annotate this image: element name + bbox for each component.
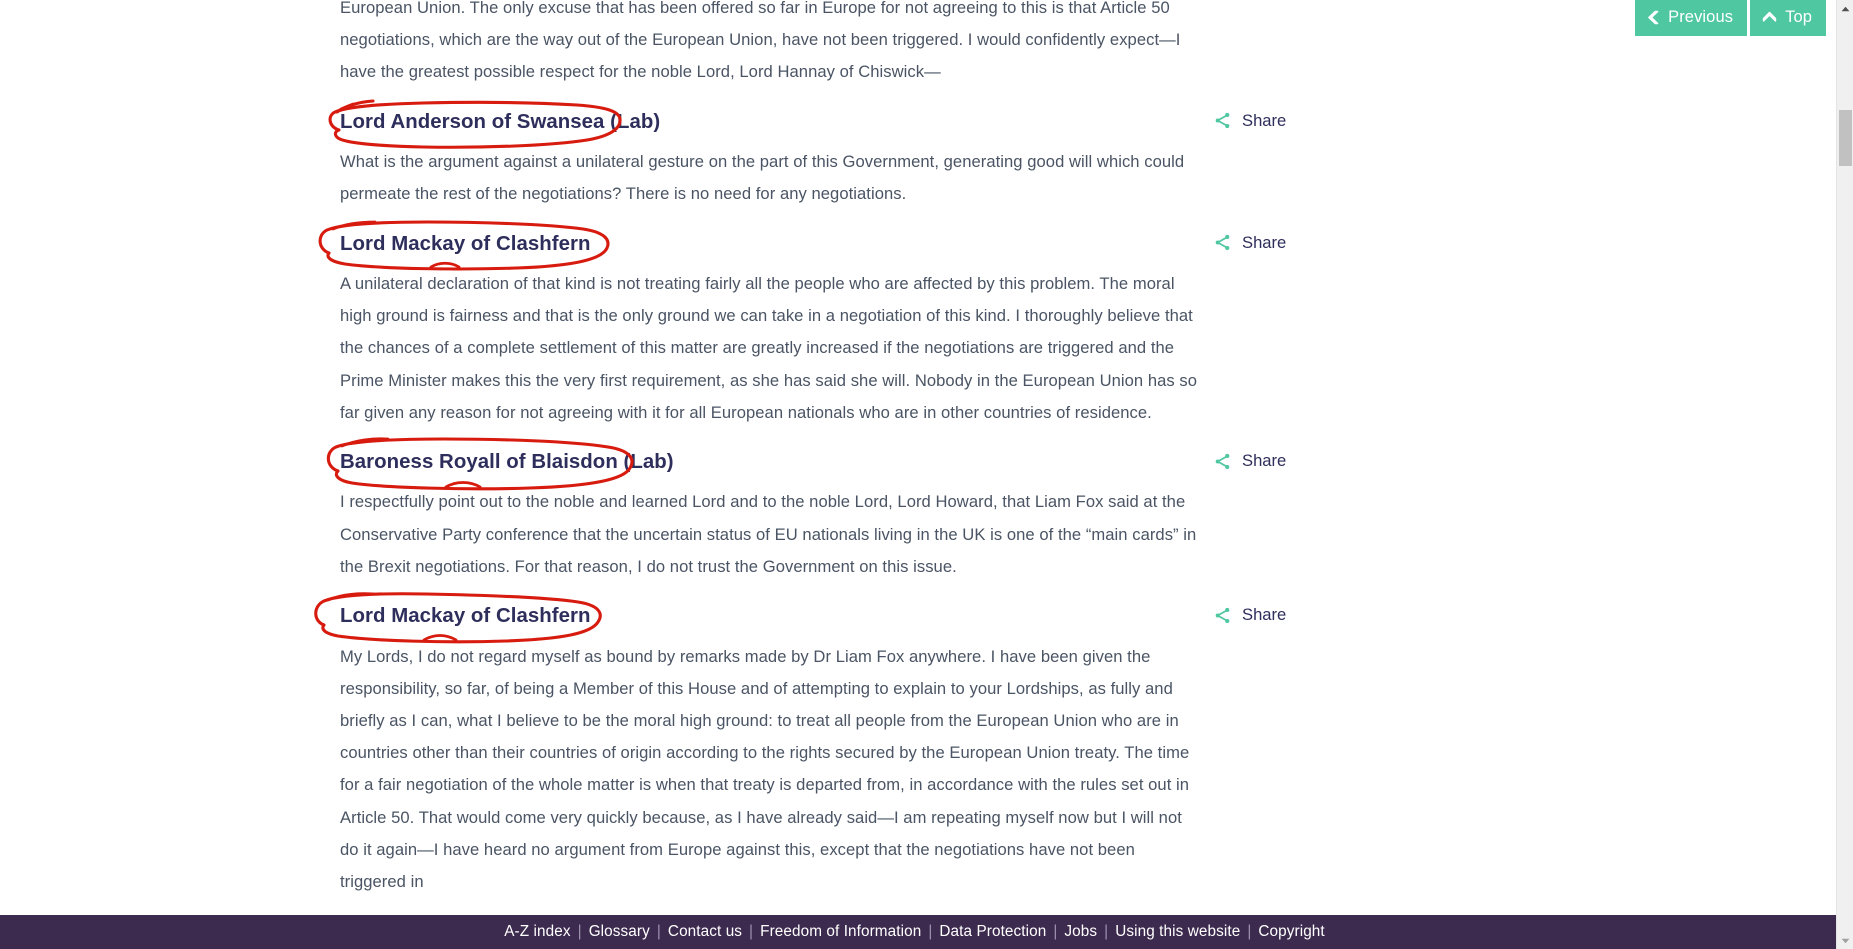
speech-paragraph: I respectfully point out to the noble an… bbox=[340, 492, 1197, 576]
speaker-heading[interactable]: Lord Anderson of Swansea (Lab) bbox=[340, 110, 660, 134]
previous-button[interactable]: Previous bbox=[1635, 0, 1748, 36]
chevron-up-icon bbox=[1762, 11, 1777, 24]
share-link[interactable]: Share bbox=[1213, 111, 1286, 131]
footer-link-jobs[interactable]: Jobs bbox=[1057, 923, 1104, 941]
footer-link-data-protection[interactable]: Data Protection bbox=[932, 923, 1053, 941]
speaker-heading[interactable]: Lord Mackay of Clashfern bbox=[340, 232, 590, 256]
speech-paragraph: A unilateral declaration of that kind is… bbox=[340, 273, 1198, 422]
page-nav-buttons: Previous Top bbox=[1635, 0, 1826, 36]
scrollbar-thumb[interactable] bbox=[1839, 110, 1852, 166]
document-scroll-area[interactable]: European Union. The only excuse that has… bbox=[0, 0, 1836, 915]
share-link[interactable]: Share bbox=[1213, 451, 1286, 471]
top-label: Top bbox=[1785, 8, 1812, 26]
chevron-left-icon bbox=[1647, 10, 1660, 25]
footer-link-freedom-of-information[interactable]: Freedom of Information bbox=[753, 923, 928, 941]
top-button[interactable]: Top bbox=[1750, 0, 1826, 36]
speaker-row: Lord Mackay of Clashfern Share bbox=[318, 211, 1286, 271]
footer-link-copyright[interactable]: Copyright bbox=[1251, 923, 1331, 941]
site-footer: A-Z index | Glossary | Contact us | Free… bbox=[0, 915, 1836, 949]
previous-label: Previous bbox=[1668, 8, 1734, 26]
vertical-scrollbar[interactable] bbox=[1836, 0, 1853, 949]
speech-block: Lord Anderson of Swansea (Lab) Share Wha… bbox=[328, 89, 1286, 211]
speech-block: Lord Mackay of Clashfern bbox=[314, 583, 1286, 898]
speech-paragraph: My Lords, I do not regard myself as boun… bbox=[340, 646, 1190, 891]
debate-content: European Union. The only excuse that has… bbox=[314, 0, 1286, 898]
footer-link-contact-us[interactable]: Contact us bbox=[661, 923, 749, 941]
speech-paragraph: What is the argument against a unilatera… bbox=[340, 152, 1185, 204]
share-label: Share bbox=[1242, 110, 1287, 130]
scroll-up-arrow-icon[interactable] bbox=[1837, 0, 1853, 17]
speaker-row: Lord Anderson of Swansea (Lab) Share bbox=[328, 89, 1286, 149]
page-root: European Union. The only excuse that has… bbox=[0, 0, 1853, 949]
share-label: Share bbox=[1242, 451, 1287, 470]
footer-link-a-z-index[interactable]: A-Z index bbox=[504, 923, 577, 941]
speaker-row: Lord Mackay of Clashfern Share bbox=[314, 583, 1286, 644]
footer-link-using-this-website[interactable]: Using this website bbox=[1108, 923, 1247, 941]
share-icon bbox=[1213, 452, 1232, 471]
intro-paragraph: European Union. The only excuse that has… bbox=[340, 0, 1181, 82]
speaker-heading[interactable]: Lord Mackay of Clashfern bbox=[340, 604, 590, 628]
footer-links: A-Z index | Glossary | Contact us | Free… bbox=[504, 923, 1332, 941]
share-label: Share bbox=[1242, 605, 1287, 625]
share-icon bbox=[1213, 606, 1232, 625]
speaker-heading[interactable]: Baroness Royall of Blaisdon (Lab) bbox=[340, 450, 674, 474]
share-icon bbox=[1213, 233, 1232, 252]
share-label: Share bbox=[1242, 232, 1287, 252]
share-link[interactable]: Share bbox=[1213, 605, 1286, 625]
speech-block: Lord Mackay of Clashfern bbox=[318, 211, 1286, 430]
scroll-down-arrow-icon[interactable] bbox=[1837, 932, 1853, 949]
footer-link-glossary[interactable]: Glossary bbox=[582, 923, 657, 941]
speaker-row: Baroness Royall of Blaisdon (Lab) Share bbox=[326, 429, 1286, 491]
speech-block: Baroness Royall of Blaisdon (Lab) Share … bbox=[326, 429, 1286, 583]
share-icon bbox=[1213, 111, 1232, 130]
share-link[interactable]: Share bbox=[1213, 233, 1286, 253]
